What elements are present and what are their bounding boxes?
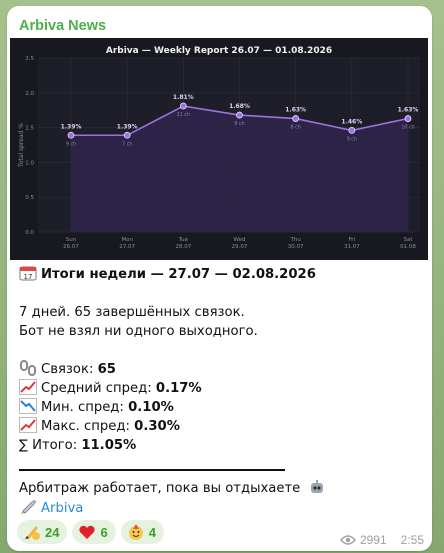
- data-point: [236, 111, 243, 119]
- eye-icon: [339, 535, 356, 545]
- x-tick-date: 27.07: [119, 244, 135, 250]
- x-tick-date: 29.07: [232, 244, 248, 250]
- stat-pairs: Связок: 65: [19, 360, 424, 379]
- count-label: 9 ch: [234, 121, 244, 127]
- stat-min-spread: Мин. спред: 0.10%: [19, 398, 424, 417]
- svg-text:17: 17: [24, 273, 33, 281]
- x-tick-day: Sun: [66, 237, 77, 243]
- reaction-writing-hand[interactable]: 24: [17, 520, 68, 544]
- count-label: 9 ch: [347, 136, 357, 142]
- x-tick-day: Wed: [234, 237, 246, 243]
- x-tick-date: 30.07: [288, 244, 304, 250]
- message-bubble: Arbiva News Arbiva — Weekly Report 26.07…: [7, 6, 432, 551]
- view-count: 2991: [359, 533, 387, 547]
- data-point: [348, 126, 356, 134]
- stat-avg-spread: Средний спред: 0.17%: [19, 379, 424, 398]
- chart-decreasing-icon: [19, 398, 37, 414]
- reaction-party-face[interactable]: 4: [120, 520, 164, 544]
- message-time: 2:55: [400, 533, 424, 547]
- y-tick-label: 2.0: [25, 91, 34, 97]
- y-tick-label: 2.5: [25, 56, 34, 62]
- y-tick-label: 1.5: [25, 126, 34, 132]
- stat-total: ∑ Итого: 11.05%: [19, 438, 137, 453]
- message-meta: 2991 2:55: [339, 533, 424, 547]
- red-heart-icon: [79, 525, 96, 539]
- divider: [19, 469, 285, 471]
- chart-title: Arbiva — Weekly Report 26.07 — 01.08.202…: [106, 46, 332, 56]
- y-tick-label: 1.0: [25, 160, 34, 166]
- y-tick-label: 0.0: [25, 230, 34, 236]
- data-label: 1.39%: [61, 123, 82, 130]
- x-tick-day: Sat: [403, 237, 413, 243]
- data-point: [404, 115, 412, 122]
- x-tick-day: Fri: [349, 237, 356, 243]
- x-tick-date: 31.07: [344, 244, 360, 250]
- y-tick-label: 0.5: [25, 195, 34, 201]
- data-label: 1.63%: [398, 107, 419, 114]
- x-tick-day: Tue: [178, 237, 189, 243]
- data-point: [179, 102, 187, 110]
- report-line-days: 7 дней. 65 завершённых связок.: [19, 305, 245, 320]
- count-label: 11 ch: [177, 112, 190, 118]
- data-label: 1.81%: [173, 94, 194, 101]
- chart-svg: Arbiva — Weekly Report 26.07 — 01.08.202…: [18, 46, 420, 250]
- reactions-bar: 24 6 4: [17, 520, 164, 544]
- count-label: 8 ch: [291, 125, 301, 131]
- count-label: 7 ch: [122, 141, 132, 147]
- writing-hand-icon: [25, 526, 40, 540]
- reaction-heart[interactable]: 6: [72, 520, 116, 544]
- robot-icon: [308, 479, 326, 495]
- tagline: Арбитраж работает, пока вы отдыхаете: [19, 479, 330, 496]
- x-tick-date: 01.08: [400, 244, 416, 250]
- data-point: [67, 131, 75, 139]
- count-label: 10 ch: [401, 125, 414, 131]
- y-axis-label: Total spread %: [18, 123, 25, 168]
- rocket-icon: [19, 499, 37, 515]
- calendar-icon: 17: [19, 265, 37, 281]
- weekly-report-chart: Arbiva — Weekly Report 26.07 — 01.08.202…: [10, 38, 428, 260]
- channel-link-row: Arbiva: [19, 499, 83, 516]
- channel-name[interactable]: Arbiva News: [19, 18, 106, 34]
- x-tick-date: 26.07: [63, 244, 79, 250]
- chart-increasing-icon: [19, 379, 37, 395]
- chain-icon: [19, 360, 37, 376]
- data-label: 1.39%: [117, 123, 138, 130]
- report-line-weekend: Бот не взял ни одного выходного.: [19, 324, 258, 339]
- data-point: [292, 115, 300, 122]
- report-header: 17 Итоги недели — 27.07 — 02.08.2026: [19, 265, 424, 284]
- x-tick-day: Mon: [121, 237, 133, 243]
- data-point: [123, 131, 131, 139]
- report-text: 17 Итоги недели — 27.07 — 02.08.2026 7 д…: [19, 265, 424, 455]
- party-face-icon: [128, 524, 143, 540]
- channel-link[interactable]: Arbiva: [41, 501, 83, 516]
- data-label: 1.68%: [229, 103, 250, 110]
- x-tick-date: 28.07: [175, 244, 191, 250]
- data-label: 1.46%: [341, 118, 362, 125]
- x-tick-day: Thu: [289, 237, 300, 243]
- chart-increasing-icon: [19, 417, 37, 433]
- data-label: 1.63%: [285, 107, 306, 114]
- count-label: 9 ch: [66, 141, 76, 147]
- stat-max-spread: Макс. спред: 0.30%: [19, 417, 424, 436]
